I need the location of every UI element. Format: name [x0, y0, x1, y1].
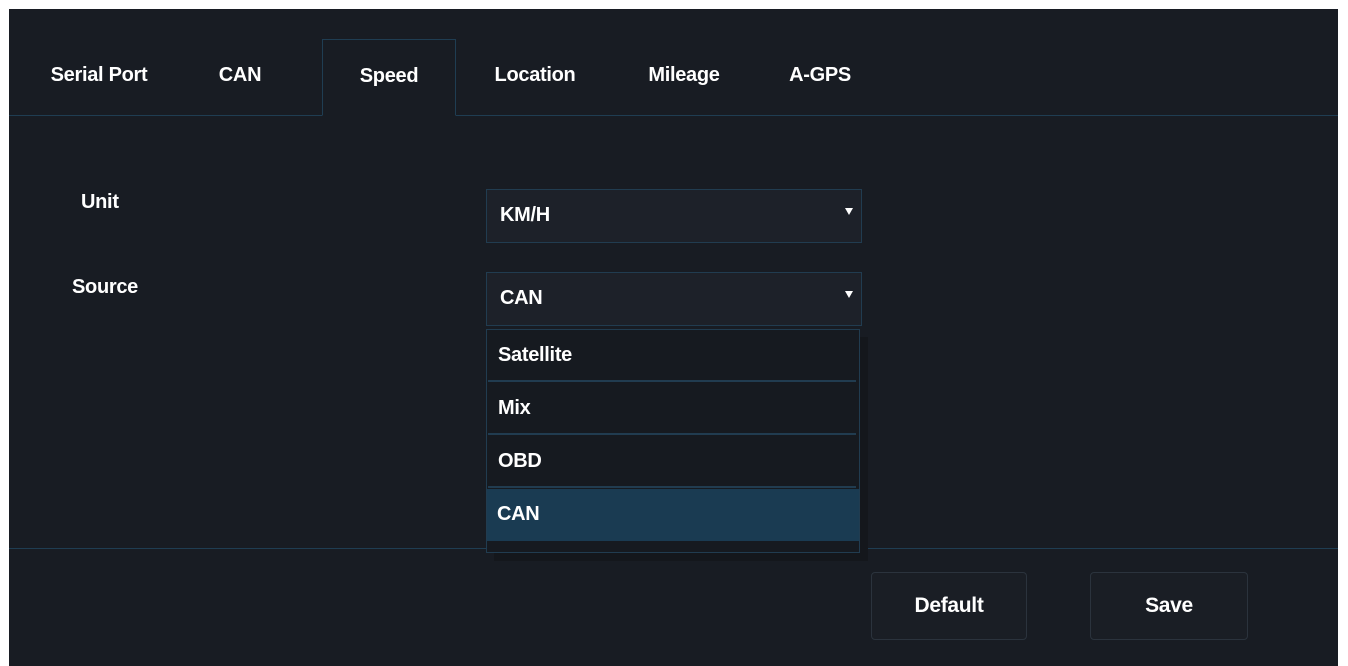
caret-down-icon: [845, 291, 853, 298]
source-option-mix[interactable]: Mix: [488, 383, 856, 435]
tab-speed[interactable]: Speed: [322, 39, 456, 116]
unit-label: Unit: [81, 191, 119, 213]
save-button[interactable]: Save: [1090, 572, 1248, 640]
unit-select-value: KM/H: [500, 204, 550, 226]
source-option-obd[interactable]: OBD: [488, 436, 856, 488]
caret-down-icon: [845, 208, 853, 215]
source-select-value: CAN: [500, 287, 543, 309]
tab-can[interactable]: CAN: [205, 39, 275, 115]
unit-select[interactable]: KM/H: [486, 189, 862, 243]
tab-location[interactable]: Location: [475, 39, 595, 115]
tab-mileage[interactable]: Mileage: [629, 39, 739, 115]
source-dropdown-list: Satellite Mix OBD CAN: [486, 329, 860, 553]
tab-bar: Serial Port CAN Speed Location Mileage A…: [9, 39, 1338, 116]
tab-serial-port[interactable]: Serial Port: [31, 39, 167, 115]
source-label: Source: [72, 276, 139, 298]
source-option-satellite[interactable]: Satellite: [488, 330, 856, 382]
source-option-can[interactable]: CAN: [487, 489, 859, 541]
tab-a-gps[interactable]: A-GPS: [774, 39, 866, 115]
settings-panel: Serial Port CAN Speed Location Mileage A…: [9, 9, 1338, 666]
default-button[interactable]: Default: [871, 572, 1027, 640]
source-select[interactable]: CAN: [486, 272, 862, 326]
